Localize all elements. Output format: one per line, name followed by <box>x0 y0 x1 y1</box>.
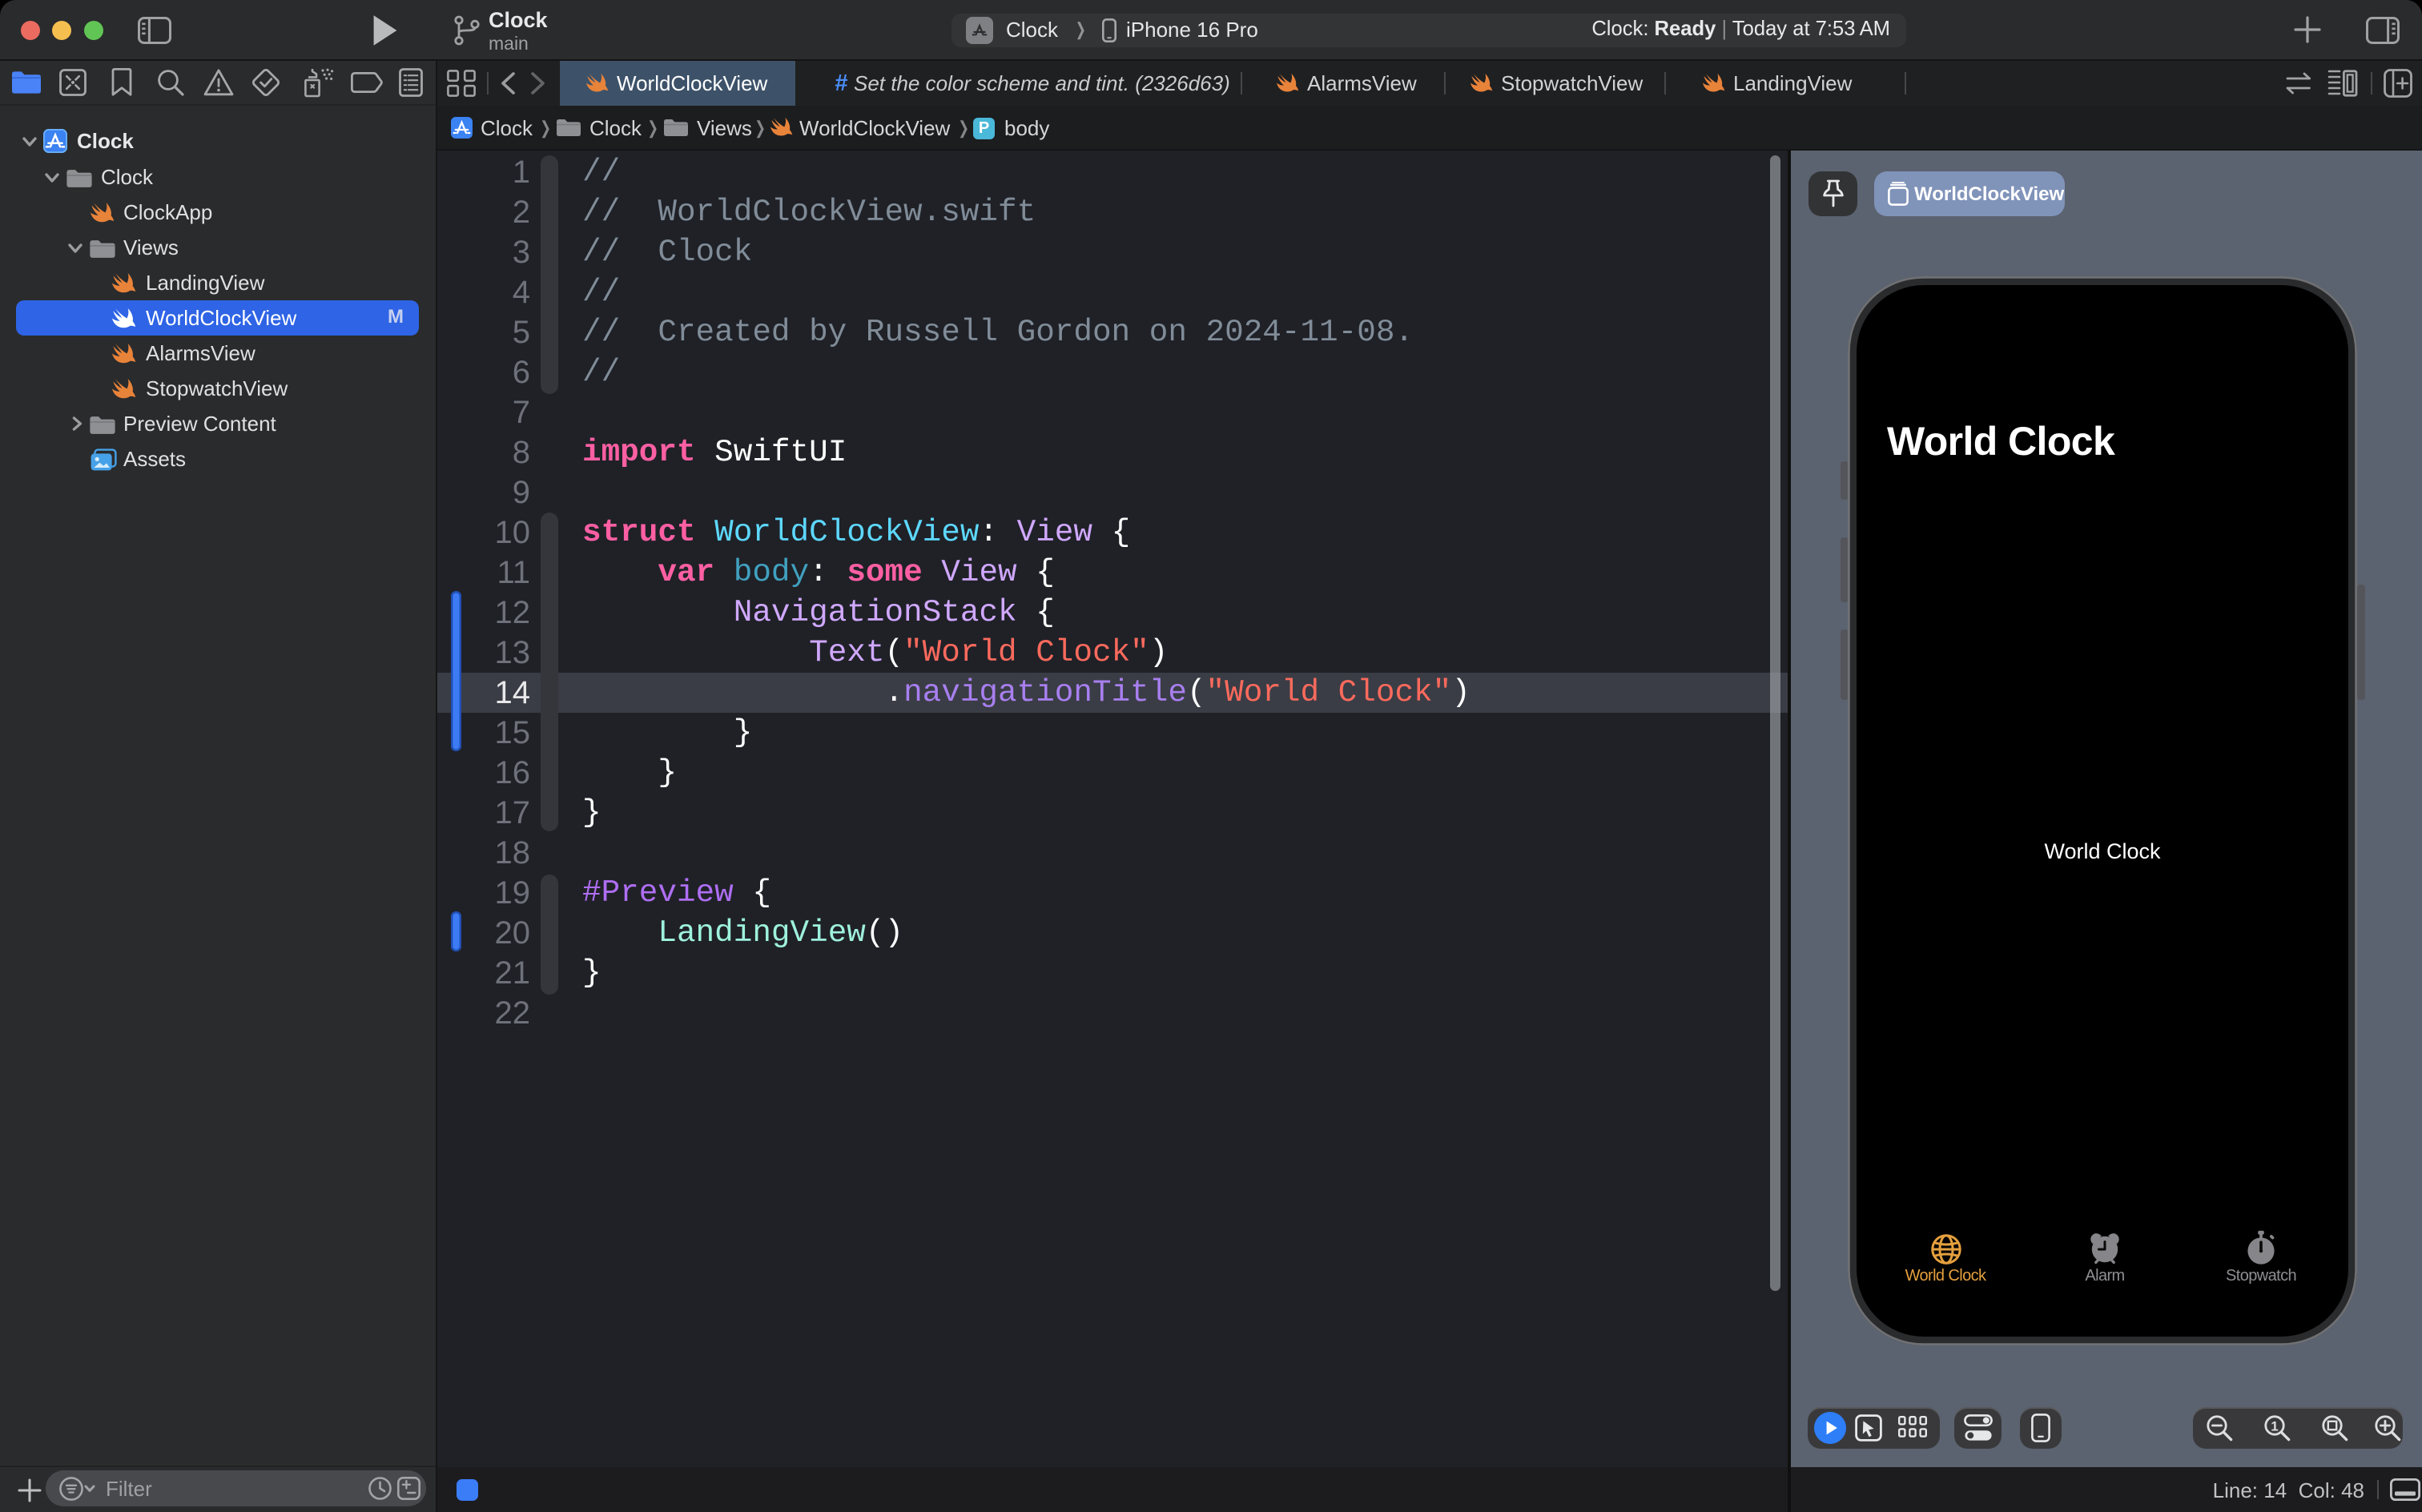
svg-text:1: 1 <box>2271 1418 2278 1434</box>
